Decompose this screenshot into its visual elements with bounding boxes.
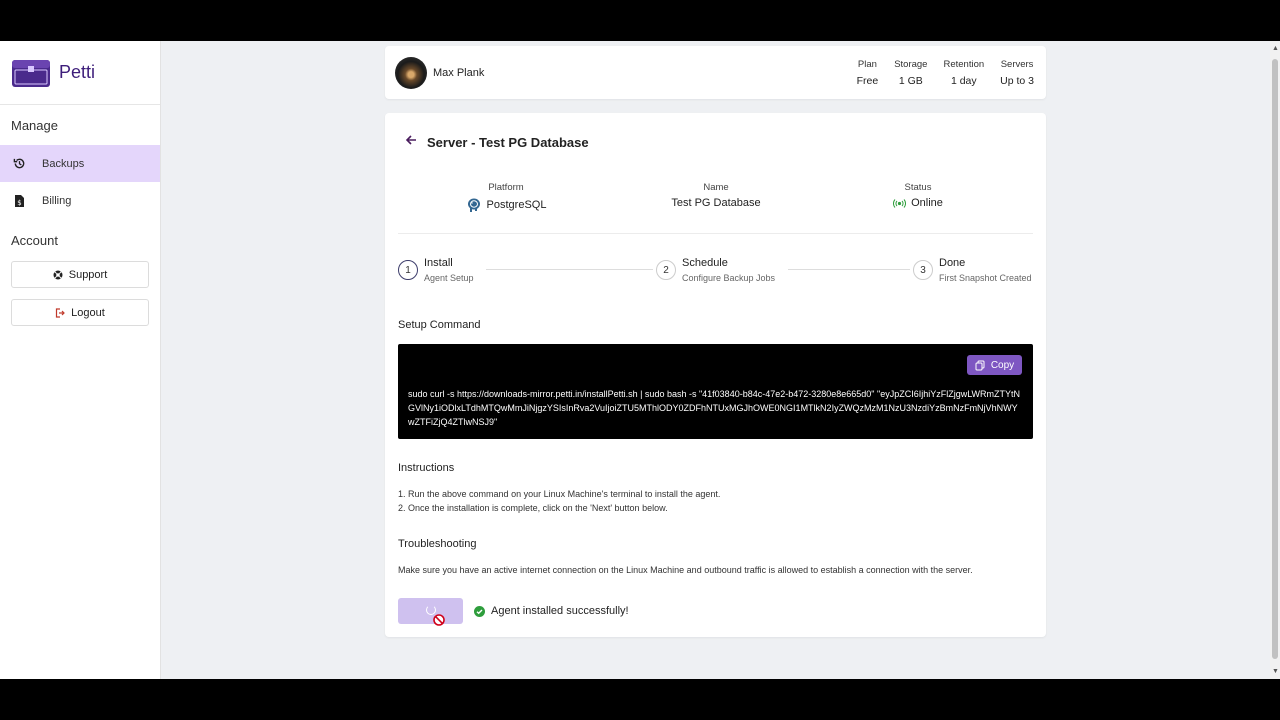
svg-text:$: $	[17, 199, 21, 207]
sidebar-item-billing[interactable]: $ Billing	[0, 182, 160, 219]
avatar[interactable]	[395, 56, 427, 89]
server-setup-card: Server - Test PG Database Platform Postg…	[385, 113, 1046, 637]
servers-stat-label: Servers	[1000, 58, 1034, 70]
platform-value: PostgreSQL	[486, 199, 547, 211]
step-subtitle: Agent Setup	[424, 273, 474, 283]
copy-icon	[975, 360, 985, 371]
section-title-manage: Manage	[11, 118, 58, 133]
status-value: Online	[911, 197, 943, 209]
plan-stat: Plan Free	[857, 59, 879, 87]
invoice-icon: $	[12, 194, 26, 208]
status-value-row: Online	[873, 197, 963, 209]
user-name: Max Plank	[433, 66, 485, 79]
scrollbar-thumb[interactable]	[1272, 59, 1278, 659]
platform-info: Platform PostgreSQL	[446, 182, 566, 213]
status-info: Status Online	[873, 182, 963, 209]
logout-button-label: Logout	[71, 306, 105, 319]
instructions-title: Instructions	[398, 462, 455, 474]
retention-stat-label: Retention	[943, 58, 985, 70]
back-arrow-icon[interactable]	[405, 133, 417, 151]
step-subtitle: First Snapshot Created	[939, 273, 1032, 283]
step-connector	[788, 269, 910, 270]
plan-stat-label: Plan	[857, 58, 877, 70]
success-text: Agent installed successfully!	[491, 605, 629, 617]
troubleshooting-text: Make sure you have an active internet co…	[398, 565, 973, 575]
copy-button[interactable]: Copy	[967, 355, 1022, 375]
copy-button-label: Copy	[990, 359, 1015, 371]
sidebar-item-label: Billing	[42, 194, 72, 207]
brand-name: Petti	[59, 62, 96, 82]
logout-icon	[55, 307, 66, 318]
success-message: Agent installed successfully!	[474, 605, 629, 617]
servers-stat: Servers Up to 3	[1000, 59, 1034, 87]
troubleshooting-title: Troubleshooting	[398, 538, 477, 550]
name-value: Test PG Database	[671, 197, 761, 209]
support-button-label: Support	[68, 268, 108, 281]
platform-value-row: PostgreSQL	[446, 197, 566, 213]
name-label: Name	[703, 182, 729, 193]
app-window: Petti Manage Backups $ Billing Account S…	[0, 41, 1280, 679]
instruction-line: 1. Run the above command on your Linux M…	[398, 489, 721, 499]
account-summary-card: Max Plank Plan Free Storage 1 GB Retenti…	[385, 46, 1046, 99]
support-icon	[53, 270, 63, 280]
step-schedule[interactable]: 2 Schedule Configure Backup Jobs	[656, 257, 775, 283]
logout-button[interactable]: Logout	[11, 299, 149, 326]
step-title: Done	[939, 257, 966, 269]
main-content: Max Plank Plan Free Storage 1 GB Retenti…	[161, 41, 1280, 679]
step-subtitle: Configure Backup Jobs	[682, 273, 776, 283]
retention-stat-value: 1 day	[950, 74, 977, 87]
brand[interactable]: Petti	[0, 41, 160, 105]
scroll-down-icon[interactable]: ▼	[1272, 668, 1279, 675]
step-number: 3	[913, 260, 933, 280]
postgresql-icon	[466, 197, 482, 213]
step-install[interactable]: 1 Install Agent Setup	[398, 257, 474, 283]
next-button[interactable]	[398, 598, 463, 626]
check-circle-icon	[474, 605, 485, 617]
plan-stats: Plan Free Storage 1 GB Retention 1 day S…	[841, 59, 1034, 87]
storage-stat-value: 1 GB	[898, 74, 923, 87]
storage-stat: Storage 1 GB	[894, 59, 927, 87]
petti-logo-icon	[11, 57, 51, 89]
retention-stat: Retention 1 day	[943, 59, 984, 87]
setup-command-title: Setup Command	[398, 319, 481, 331]
step-number: 2	[656, 260, 676, 280]
online-icon	[893, 198, 907, 209]
instructions-list: 1. Run the above command on your Linux M…	[398, 487, 720, 515]
scrollbar[interactable]: ▲ ▼	[1270, 41, 1280, 679]
scroll-up-icon[interactable]: ▲	[1272, 45, 1279, 52]
action-row: Agent installed successfully!	[398, 598, 629, 626]
setup-command-text[interactable]: sudo curl -s https://downloads-mirror.pe…	[408, 387, 1023, 429]
not-allowed-cursor-icon	[433, 613, 445, 631]
page-title: Server - Test PG Database	[427, 134, 589, 150]
sidebar-item-label: Backups	[42, 157, 85, 170]
storage-stat-label: Storage	[894, 58, 928, 70]
sidebar: Petti Manage Backups $ Billing Account S…	[0, 41, 161, 679]
step-done[interactable]: 3 Done First Snapshot Created	[913, 257, 1032, 283]
step-title: Schedule	[682, 257, 728, 269]
step-number: 1	[398, 260, 418, 280]
command-terminal: Copy sudo curl -s https://downloads-mirr…	[398, 344, 1033, 439]
server-info: Platform PostgreSQL Name Test PG Databas…	[398, 182, 1033, 234]
name-info: Name Test PG Database	[656, 182, 776, 209]
section-title-account: Account	[11, 233, 58, 248]
support-button[interactable]: Support	[11, 261, 149, 288]
history-icon	[12, 157, 26, 171]
plan-stat-value: Free	[856, 74, 879, 87]
step-connector	[486, 269, 653, 270]
platform-label: Platform	[488, 182, 524, 193]
instruction-line: 2. Once the installation is complete, cl…	[398, 503, 668, 513]
setup-stepper: 1 Install Agent Setup 2 Schedule Configu…	[398, 257, 1033, 287]
page-header: Server - Test PG Database	[405, 133, 589, 151]
step-title: Install	[424, 257, 453, 269]
status-label: Status	[904, 182, 932, 193]
servers-stat-value: Up to 3	[1000, 74, 1034, 87]
sidebar-item-backups[interactable]: Backups	[0, 145, 160, 182]
